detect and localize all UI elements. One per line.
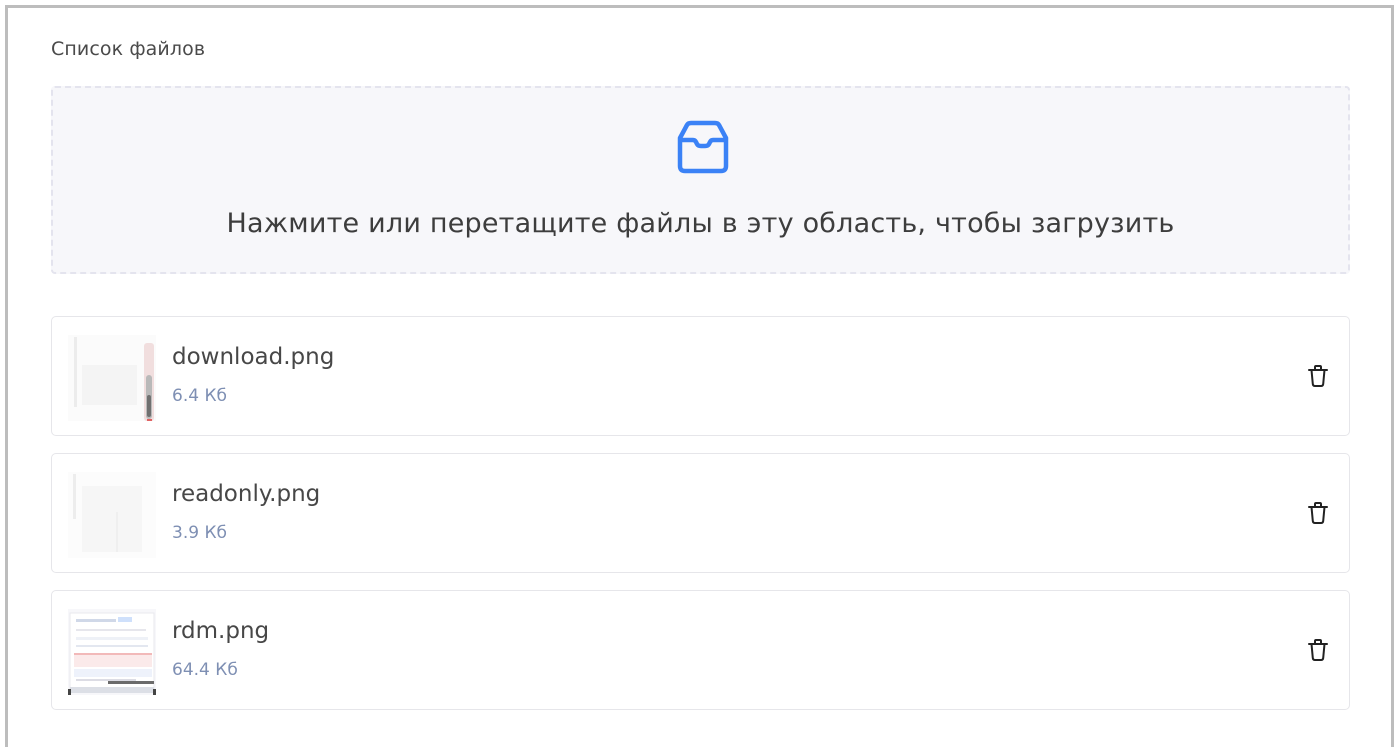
file-name: readonly.png <box>172 481 321 507</box>
image-thumbnail[interactable] <box>68 335 156 421</box>
file-name: download.png <box>172 344 335 370</box>
delete-file-button[interactable] <box>1305 636 1331 664</box>
dropzone-hint: Нажмите или перетащите файлы в эту облас… <box>226 208 1175 239</box>
delete-file-button[interactable] <box>1305 362 1331 390</box>
file-size: 64.4 Кб <box>172 660 238 680</box>
trash-icon <box>1308 365 1328 387</box>
file-size: 3.9 Кб <box>172 523 227 543</box>
file-item: rdm.png 64.4 Кб <box>51 590 1350 710</box>
file-size: 6.4 Кб <box>172 386 227 406</box>
file-list: download.png 6.4 Кб readonly.png 3.9 Кб <box>51 316 1350 727</box>
image-thumbnail[interactable] <box>68 609 156 695</box>
trash-icon <box>1308 639 1328 661</box>
upload-dropzone[interactable]: Нажмите или перетащите файлы в эту облас… <box>51 86 1350 274</box>
file-item: download.png 6.4 Кб <box>51 316 1350 436</box>
section-title: Список файлов <box>51 38 206 60</box>
file-item: readonly.png 3.9 Кб <box>51 453 1350 573</box>
delete-file-button[interactable] <box>1305 499 1331 527</box>
file-name: rdm.png <box>172 618 270 644</box>
image-thumbnail[interactable] <box>68 472 156 558</box>
inbox-icon <box>677 120 729 174</box>
trash-icon <box>1308 502 1328 524</box>
